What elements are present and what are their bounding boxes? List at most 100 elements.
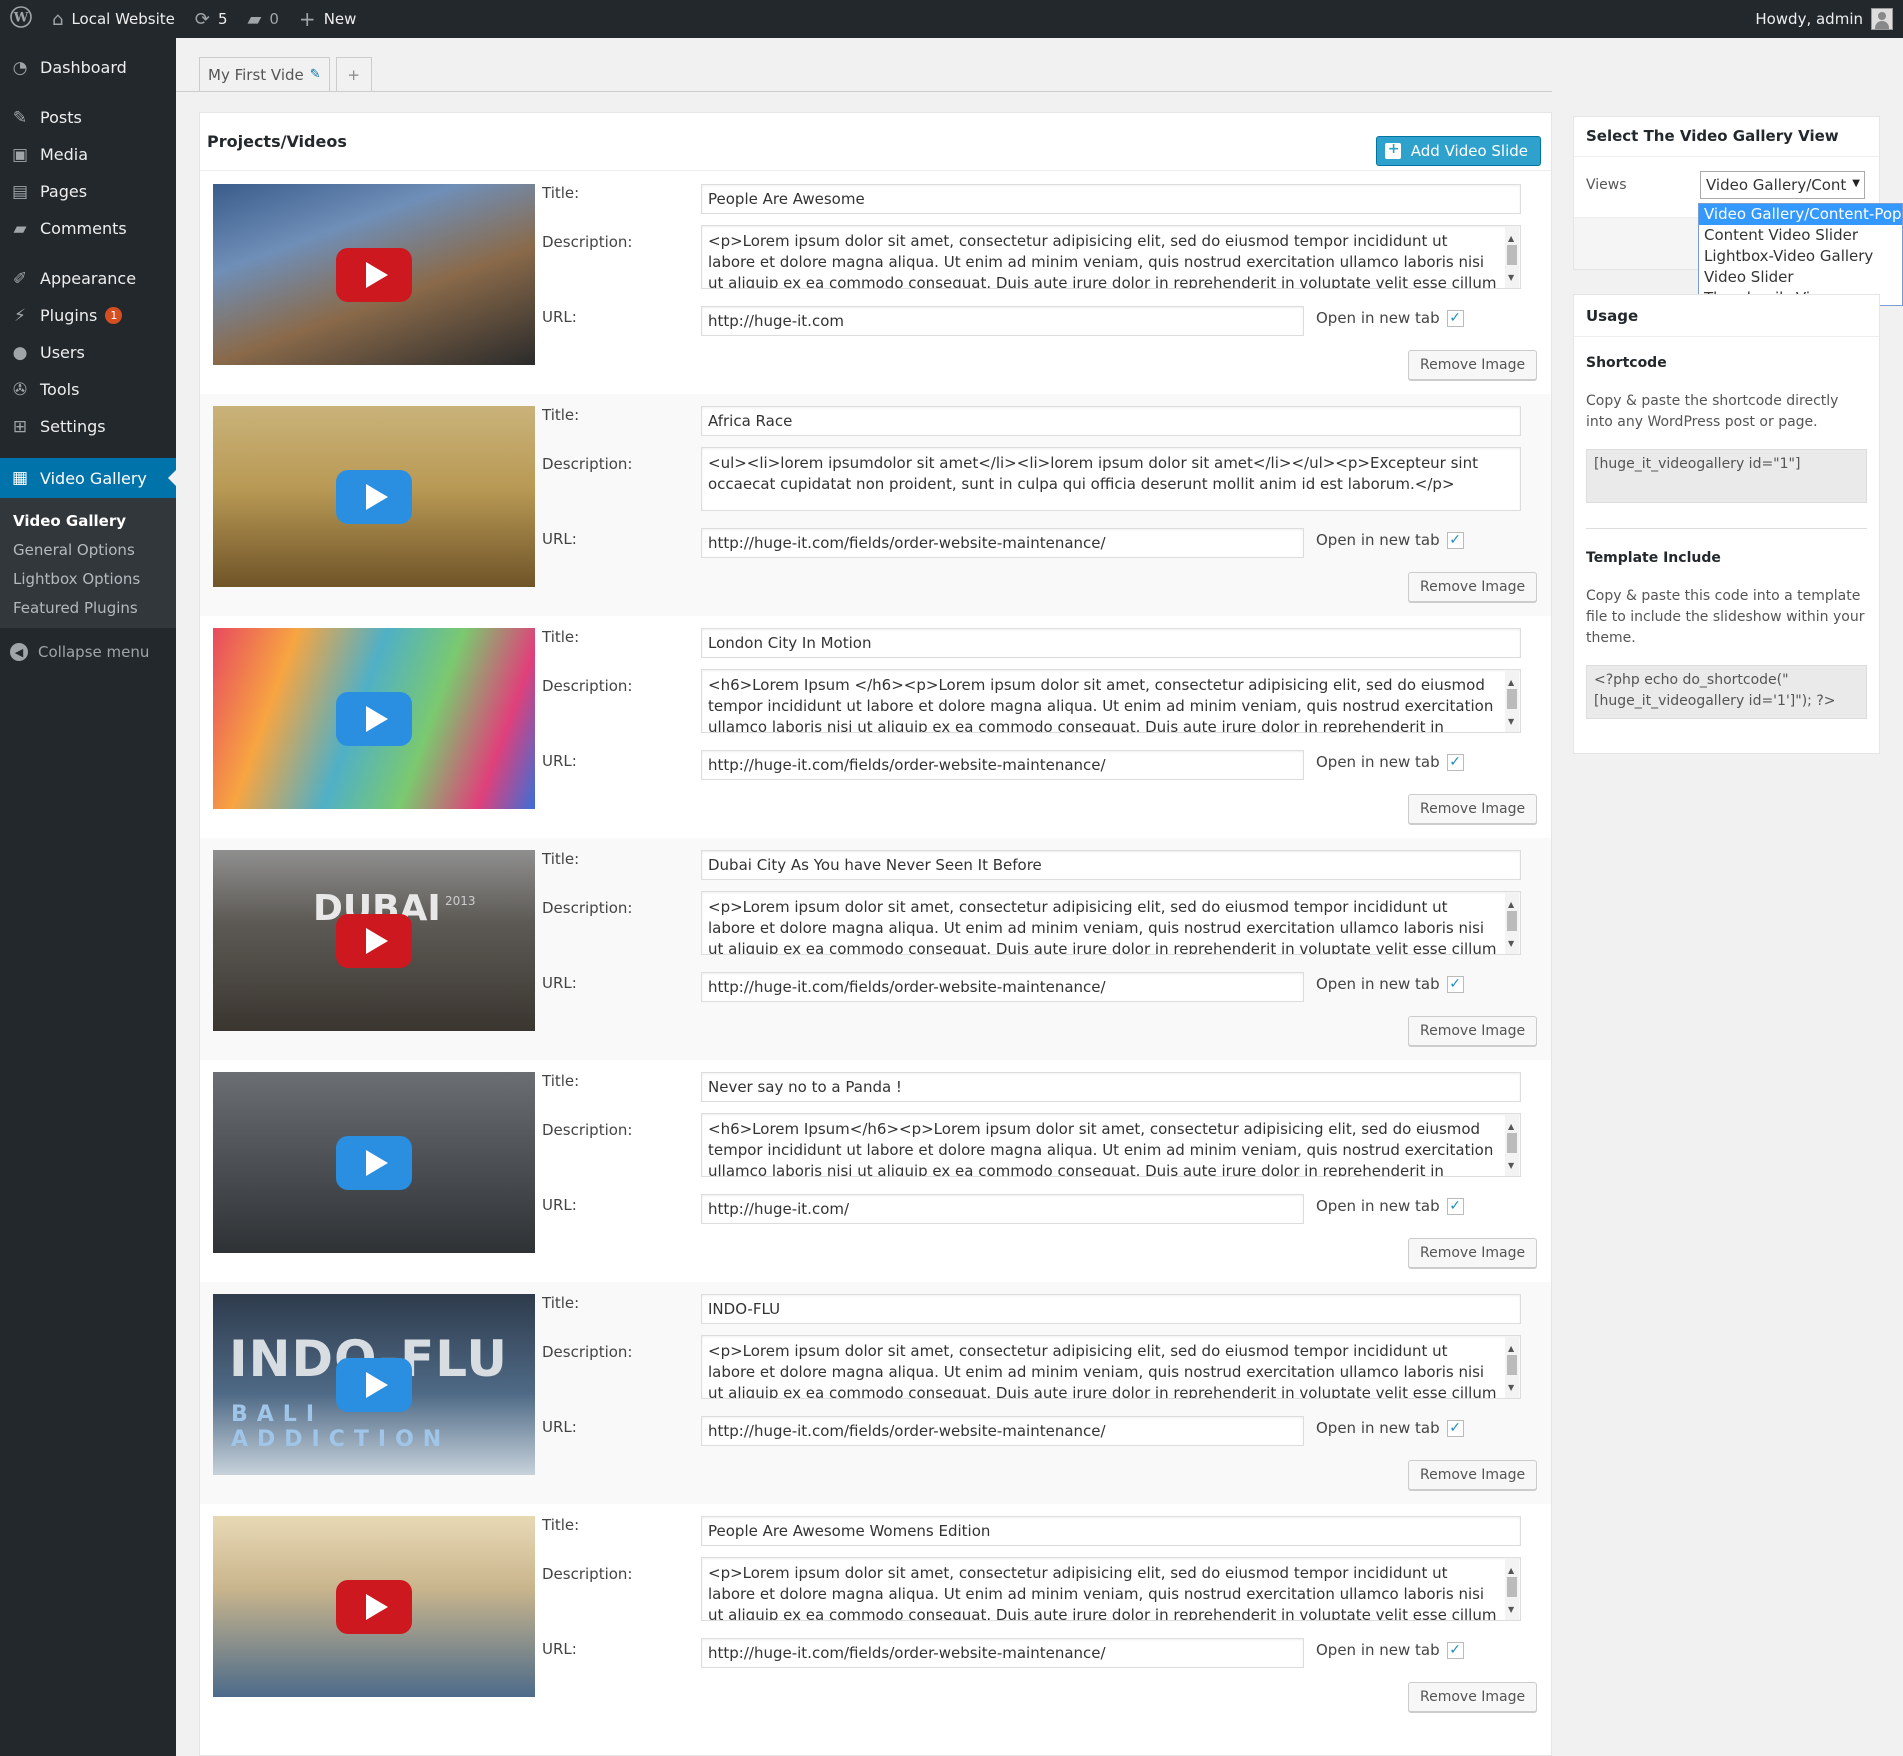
url-input[interactable]: http://huge-it.com/	[701, 1194, 1304, 1224]
url-input[interactable]: http://huge-it.com/fields/order-website-…	[701, 972, 1304, 1002]
updates-link[interactable]: ⟳ 5	[185, 0, 238, 38]
sidebar-item-media[interactable]: ▣ Media	[0, 136, 176, 173]
collapse-menu-button[interactable]: ◀ Collapse menu	[0, 632, 176, 672]
play-icon[interactable]	[336, 469, 412, 524]
scroll-down-icon[interactable]: ▼	[1508, 933, 1514, 954]
textarea-scrollbar[interactable]: ▲ ▼	[1505, 671, 1519, 732]
scroll-thumb[interactable]	[1507, 1133, 1517, 1153]
open-in-new-tab-checkbox[interactable]: ✓	[1446, 1197, 1464, 1215]
video-thumbnail[interactable]	[213, 1072, 535, 1253]
remove-image-button[interactable]: Remove Image	[1408, 1460, 1538, 1490]
scroll-thumb[interactable]	[1507, 911, 1517, 931]
open-in-new-tab-checkbox[interactable]: ✓	[1446, 1641, 1464, 1659]
play-icon[interactable]	[336, 247, 412, 302]
description-textarea[interactable]: <p>Lorem ipsum dolor sit amet, consectet…	[701, 891, 1521, 955]
open-in-new-tab-checkbox[interactable]: ✓	[1446, 975, 1464, 993]
play-icon[interactable]	[336, 1135, 412, 1190]
submenu-featured-plugins[interactable]: Featured Plugins	[0, 593, 176, 622]
title-input[interactable]: INDO-FLU	[701, 1294, 1521, 1324]
template-include-code[interactable]: <?php echo do_shortcode("[huge_it_videog…	[1586, 665, 1867, 719]
scroll-down-icon[interactable]: ▼	[1508, 711, 1514, 732]
textarea-scrollbar[interactable]: ▲ ▼	[1505, 893, 1519, 954]
sidebar-item-dashboard[interactable]: ◔ Dashboard	[0, 49, 176, 86]
title-input[interactable]: People Are Awesome	[701, 184, 1521, 214]
sidebar-item-comments[interactable]: ▰ Comments	[0, 210, 176, 247]
video-thumbnail[interactable]	[213, 1516, 535, 1697]
remove-image-button[interactable]: Remove Image	[1408, 1238, 1538, 1268]
remove-image-button[interactable]: Remove Image	[1408, 350, 1538, 380]
scroll-thumb[interactable]	[1507, 245, 1517, 265]
description-textarea[interactable]: <h6>Lorem Ipsum</h6><p>Lorem ipsum dolor…	[701, 1113, 1521, 1177]
open-in-new-tab-checkbox[interactable]: ✓	[1446, 309, 1464, 327]
site-name-link[interactable]: ⌂ Local Website	[42, 0, 185, 38]
title-input[interactable]: Africa Race	[701, 406, 1521, 436]
textarea-scrollbar[interactable]: ▲ ▼	[1505, 1559, 1519, 1620]
remove-image-button[interactable]: Remove Image	[1408, 1016, 1538, 1046]
video-thumbnail[interactable]: INDO-FLUBALI ADDICTION	[213, 1294, 535, 1475]
description-textarea[interactable]: <h6>Lorem Ipsum </h6><p>Lorem ipsum dolo…	[701, 669, 1521, 733]
textarea-scrollbar[interactable]: ▲ ▼	[1505, 227, 1519, 288]
play-icon[interactable]	[336, 913, 412, 968]
wordpress-logo-button[interactable]: W	[0, 0, 42, 38]
views-option[interactable]: Video Gallery/Content-Popup	[1699, 204, 1902, 225]
title-input[interactable]: Dubai City As You have Never Seen It Bef…	[701, 850, 1521, 880]
description-textarea[interactable]: <ul><li>lorem ipsumdolor sit amet</li><l…	[701, 447, 1521, 511]
video-thumbnail[interactable]: DUBAI 2013	[213, 850, 535, 1031]
sidebar-item-video-gallery[interactable]: ▦ Video Gallery	[0, 458, 176, 498]
play-icon[interactable]	[336, 1357, 412, 1412]
scroll-down-icon[interactable]: ▼	[1508, 1155, 1514, 1176]
scroll-down-icon[interactable]: ▼	[1508, 267, 1514, 288]
title-input[interactable]: People Are Awesome Womens Edition	[701, 1516, 1521, 1546]
scroll-thumb[interactable]	[1507, 1577, 1517, 1597]
title-input[interactable]: Never say no to a Panda !	[701, 1072, 1521, 1102]
shortcode-code[interactable]: [huge_it_videogallery id="1"]	[1586, 449, 1867, 503]
sidebar-item-pages[interactable]: ▤ Pages	[0, 173, 176, 210]
video-thumbnail[interactable]	[213, 406, 535, 587]
views-select[interactable]: Video Gallery/Cont ▼	[1700, 171, 1865, 199]
scroll-down-icon[interactable]: ▼	[1508, 1599, 1514, 1620]
submenu-video-gallery[interactable]: Video Gallery	[0, 506, 176, 535]
sidebar-item-posts[interactable]: ✎ Posts	[0, 99, 176, 136]
textarea-scrollbar[interactable]: ▲ ▼	[1505, 1115, 1519, 1176]
sidebar-item-settings[interactable]: ⊞ Settings	[0, 408, 176, 445]
add-gallery-tab[interactable]: +	[335, 57, 372, 91]
description-textarea[interactable]: <p>Lorem ipsum dolor sit amet, consectet…	[701, 1335, 1521, 1399]
views-option[interactable]: Content Video Slider	[1699, 225, 1902, 246]
url-input[interactable]: http://huge-it.com/fields/order-website-…	[701, 750, 1304, 780]
url-input[interactable]: http://huge-it.com/fields/order-website-…	[701, 1416, 1304, 1446]
sidebar-item-plugins[interactable]: ⚡ Plugins 1	[0, 297, 176, 334]
title-input[interactable]: London City In Motion	[701, 628, 1521, 658]
url-input[interactable]: http://huge-it.com	[701, 306, 1304, 336]
pencil-icon[interactable]: ✎	[310, 67, 321, 82]
sidebar-item-appearance[interactable]: ✐ Appearance	[0, 260, 176, 297]
video-thumbnail[interactable]	[213, 628, 535, 809]
remove-image-button[interactable]: Remove Image	[1408, 794, 1538, 824]
description-textarea[interactable]: <p>Lorem ipsum dolor sit amet, consectet…	[701, 1557, 1521, 1621]
play-icon[interactable]	[336, 691, 412, 746]
remove-image-button[interactable]: Remove Image	[1408, 572, 1538, 602]
tab-my-first-video-gallery[interactable]: My First Vide ✎	[199, 57, 330, 91]
new-content-link[interactable]: + New	[289, 0, 366, 38]
open-in-new-tab-checkbox[interactable]: ✓	[1446, 753, 1464, 771]
submenu-general-options[interactable]: General Options	[0, 535, 176, 564]
comments-link[interactable]: ▰ 0	[238, 0, 289, 38]
open-in-new-tab-checkbox[interactable]: ✓	[1446, 531, 1464, 549]
textarea-scrollbar[interactable]: ▲ ▼	[1505, 1337, 1519, 1398]
views-option[interactable]: Lightbox-Video Gallery	[1699, 246, 1902, 267]
views-option[interactable]: Video Slider	[1699, 267, 1902, 288]
submenu-lightbox-options[interactable]: Lightbox Options	[0, 564, 176, 593]
open-in-new-tab-checkbox[interactable]: ✓	[1446, 1419, 1464, 1437]
sidebar-item-tools[interactable]: ✇ Tools	[0, 371, 176, 408]
play-icon[interactable]	[336, 1579, 412, 1634]
scroll-thumb[interactable]	[1507, 689, 1517, 709]
scroll-down-icon[interactable]: ▼	[1508, 1377, 1514, 1398]
account-menu[interactable]: Howdy, admin	[1755, 8, 1903, 30]
url-input[interactable]: http://huge-it.com/fields/order-website-…	[701, 1638, 1304, 1668]
scroll-thumb[interactable]	[1507, 1355, 1517, 1375]
url-input[interactable]: http://huge-it.com/fields/order-website-…	[701, 528, 1304, 558]
remove-image-button[interactable]: Remove Image	[1408, 1682, 1538, 1712]
sidebar-item-users[interactable]: ● Users	[0, 334, 176, 371]
add-video-slide-button[interactable]: Add Video Slide	[1375, 136, 1541, 166]
video-thumbnail[interactable]	[213, 184, 535, 365]
description-textarea[interactable]: <p>Lorem ipsum dolor sit amet, consectet…	[701, 225, 1521, 289]
